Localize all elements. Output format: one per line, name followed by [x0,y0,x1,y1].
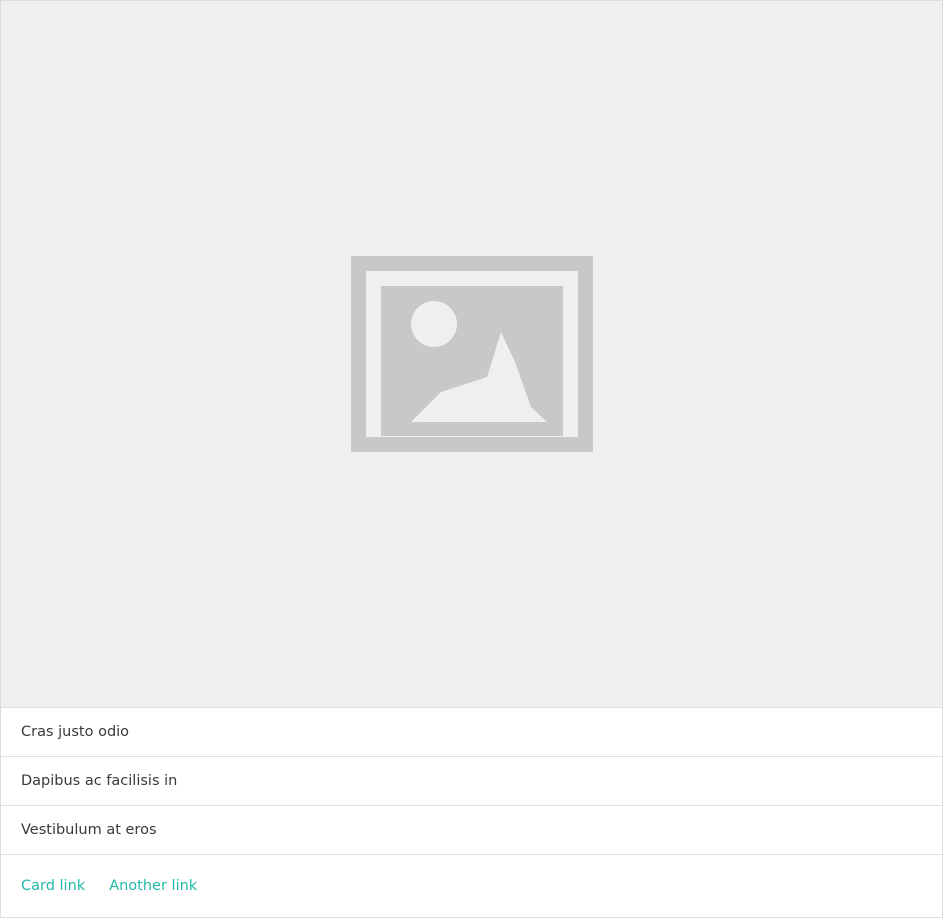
list-group: Cras justo odio Dapibus ac facilisis in … [1,708,942,855]
list-item: Cras justo odio [1,708,942,757]
card-image [1,1,942,708]
card: Cras justo odio Dapibus ac facilisis in … [0,0,943,918]
card-link[interactable]: Card link [21,878,85,894]
list-item: Dapibus ac facilisis in [1,757,942,806]
list-item-label: Cras justo odio [21,724,130,740]
list-item-label: Vestibulum at eros [21,822,157,838]
another-link[interactable]: Another link [109,878,197,894]
image-placeholder-icon [351,256,593,452]
card-links: Card link Another link [1,855,942,917]
list-item-label: Dapibus ac facilisis in [21,773,178,789]
list-item: Vestibulum at eros [1,806,942,855]
